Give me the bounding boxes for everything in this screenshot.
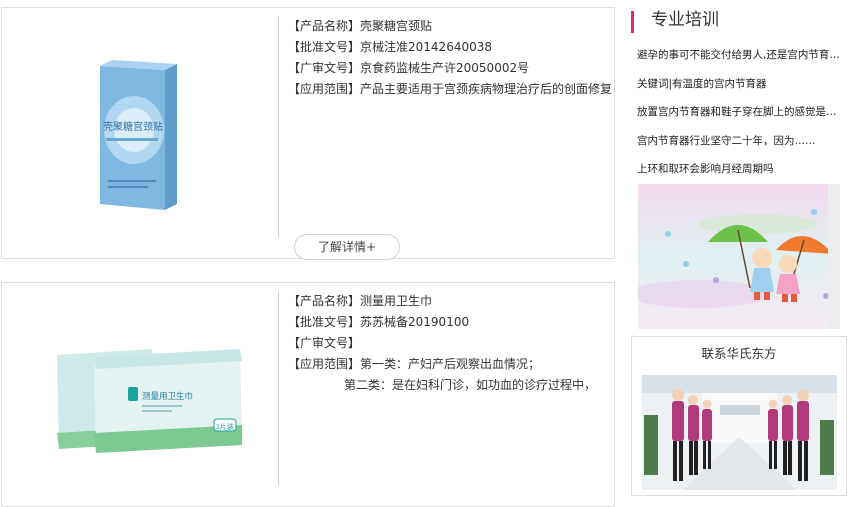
field-value: 京械注准20142640038 — [360, 40, 492, 54]
product-info: 【产品名称】壳聚糖宫颈贴 【批准文号】京械注准20142640038 【广审文号… — [288, 16, 612, 100]
product-image-measuring-pad[interactable]: 测量用卫生巾 1片装 — [2, 283, 277, 506]
card-divider — [278, 291, 279, 486]
reception-staff-photo[interactable] — [642, 375, 837, 490]
box-label: 测量用卫生巾 — [142, 391, 193, 401]
sidebar-section-title: 专业培训 — [631, 9, 841, 33]
field-label: 【产品名称】 — [288, 294, 361, 308]
sidebar-title: 专业培训 — [651, 10, 719, 30]
field-label: 【广审文号】 — [288, 61, 361, 75]
field-product-name: 【产品名称】壳聚糖宫颈贴 — [288, 16, 604, 37]
field-ad-review-number: 【广审文号】 — [288, 333, 604, 354]
field-label: 【产品名称】 — [288, 19, 361, 33]
news-item[interactable]: 关键词|有温度的宫内节育器 — [637, 70, 842, 99]
field-application-scope: 【应用范围】产品主要适用于宫颈疾病物理治疗后的创面修复 — [288, 79, 612, 100]
field-label: 【应用范围】 — [288, 82, 361, 96]
news-item[interactable]: 宫内节育器行业坚守二十年，因为…… — [637, 127, 842, 156]
product-card-2: 测量用卫生巾 1片装 【产品名称】测量用卫生巾 【批准文号】苏苏械备201901… — [1, 282, 615, 507]
product-info: 【产品名称】测量用卫生巾 【批准文号】苏苏械备20190100 【广审文号】 【… — [288, 291, 604, 396]
product-card-1: 壳聚糖宫颈贴 【产品名称】壳聚糖宫颈贴 【批准文号】京械注准2014264003… — [1, 7, 615, 260]
field-value: 测量用卫生巾 — [360, 294, 433, 308]
field-value: 苏苏械备20190100 — [360, 315, 470, 329]
learn-more-button[interactable]: 了解详情+ — [294, 234, 400, 260]
news-item[interactable]: 上环和取环会影响月经周期吗 — [637, 155, 842, 184]
news-item[interactable]: 避孕的事可不能交付给男人,还是宫内节育器… — [637, 41, 842, 70]
field-application-scope: 【应用范围】第一类：产妇产后观察出血情况； — [288, 354, 604, 375]
box-label: 壳聚糖宫颈贴 — [103, 120, 163, 133]
field-label: 【应用范围】 — [288, 357, 361, 371]
field-ad-review-number: 【广审文号】京食药监械生产许20050002号 — [288, 58, 604, 79]
field-approval-number: 【批准文号】京械注准20142640038 — [288, 37, 604, 58]
accent-bar — [631, 11, 634, 33]
field-label: 【批准文号】 — [288, 315, 361, 329]
field-label: 【广审文号】 — [288, 336, 361, 350]
pack-count: 1片装 — [216, 422, 234, 431]
field-value: 第一类：产妇产后观察出血情况； — [360, 357, 541, 371]
field-value: 产品主要适用于宫颈疾病物理治疗后的创面修复 — [360, 82, 613, 96]
field-application-scope-continued: 第二类：是在妇科门诊，如功血的诊疗过程中， — [344, 378, 597, 392]
field-product-name: 【产品名称】测量用卫生巾 — [288, 291, 604, 312]
news-list: 避孕的事可不能交付给男人,还是宫内节育器… 关键词|有温度的宫内节育器 放置宫内… — [637, 41, 842, 184]
card-divider — [278, 16, 279, 238]
contact-title[interactable]: 联系华氏东方 — [632, 343, 846, 362]
training-banner-image[interactable] — [638, 184, 840, 329]
field-value: 壳聚糖宫颈贴 — [360, 19, 433, 33]
news-item[interactable]: 放置宫内节育器和鞋子穿在脚上的感觉是同样… — [637, 98, 842, 127]
contact-panel: 联系华氏东方 — [631, 336, 847, 496]
field-value: 京食药监械生产许20050002号 — [360, 61, 530, 75]
product-image-chitosan-patch[interactable]: 壳聚糖宫颈贴 — [2, 8, 277, 258]
field-approval-number: 【批准文号】苏苏械备20190100 — [288, 312, 604, 333]
field-label: 【批准文号】 — [288, 40, 361, 54]
